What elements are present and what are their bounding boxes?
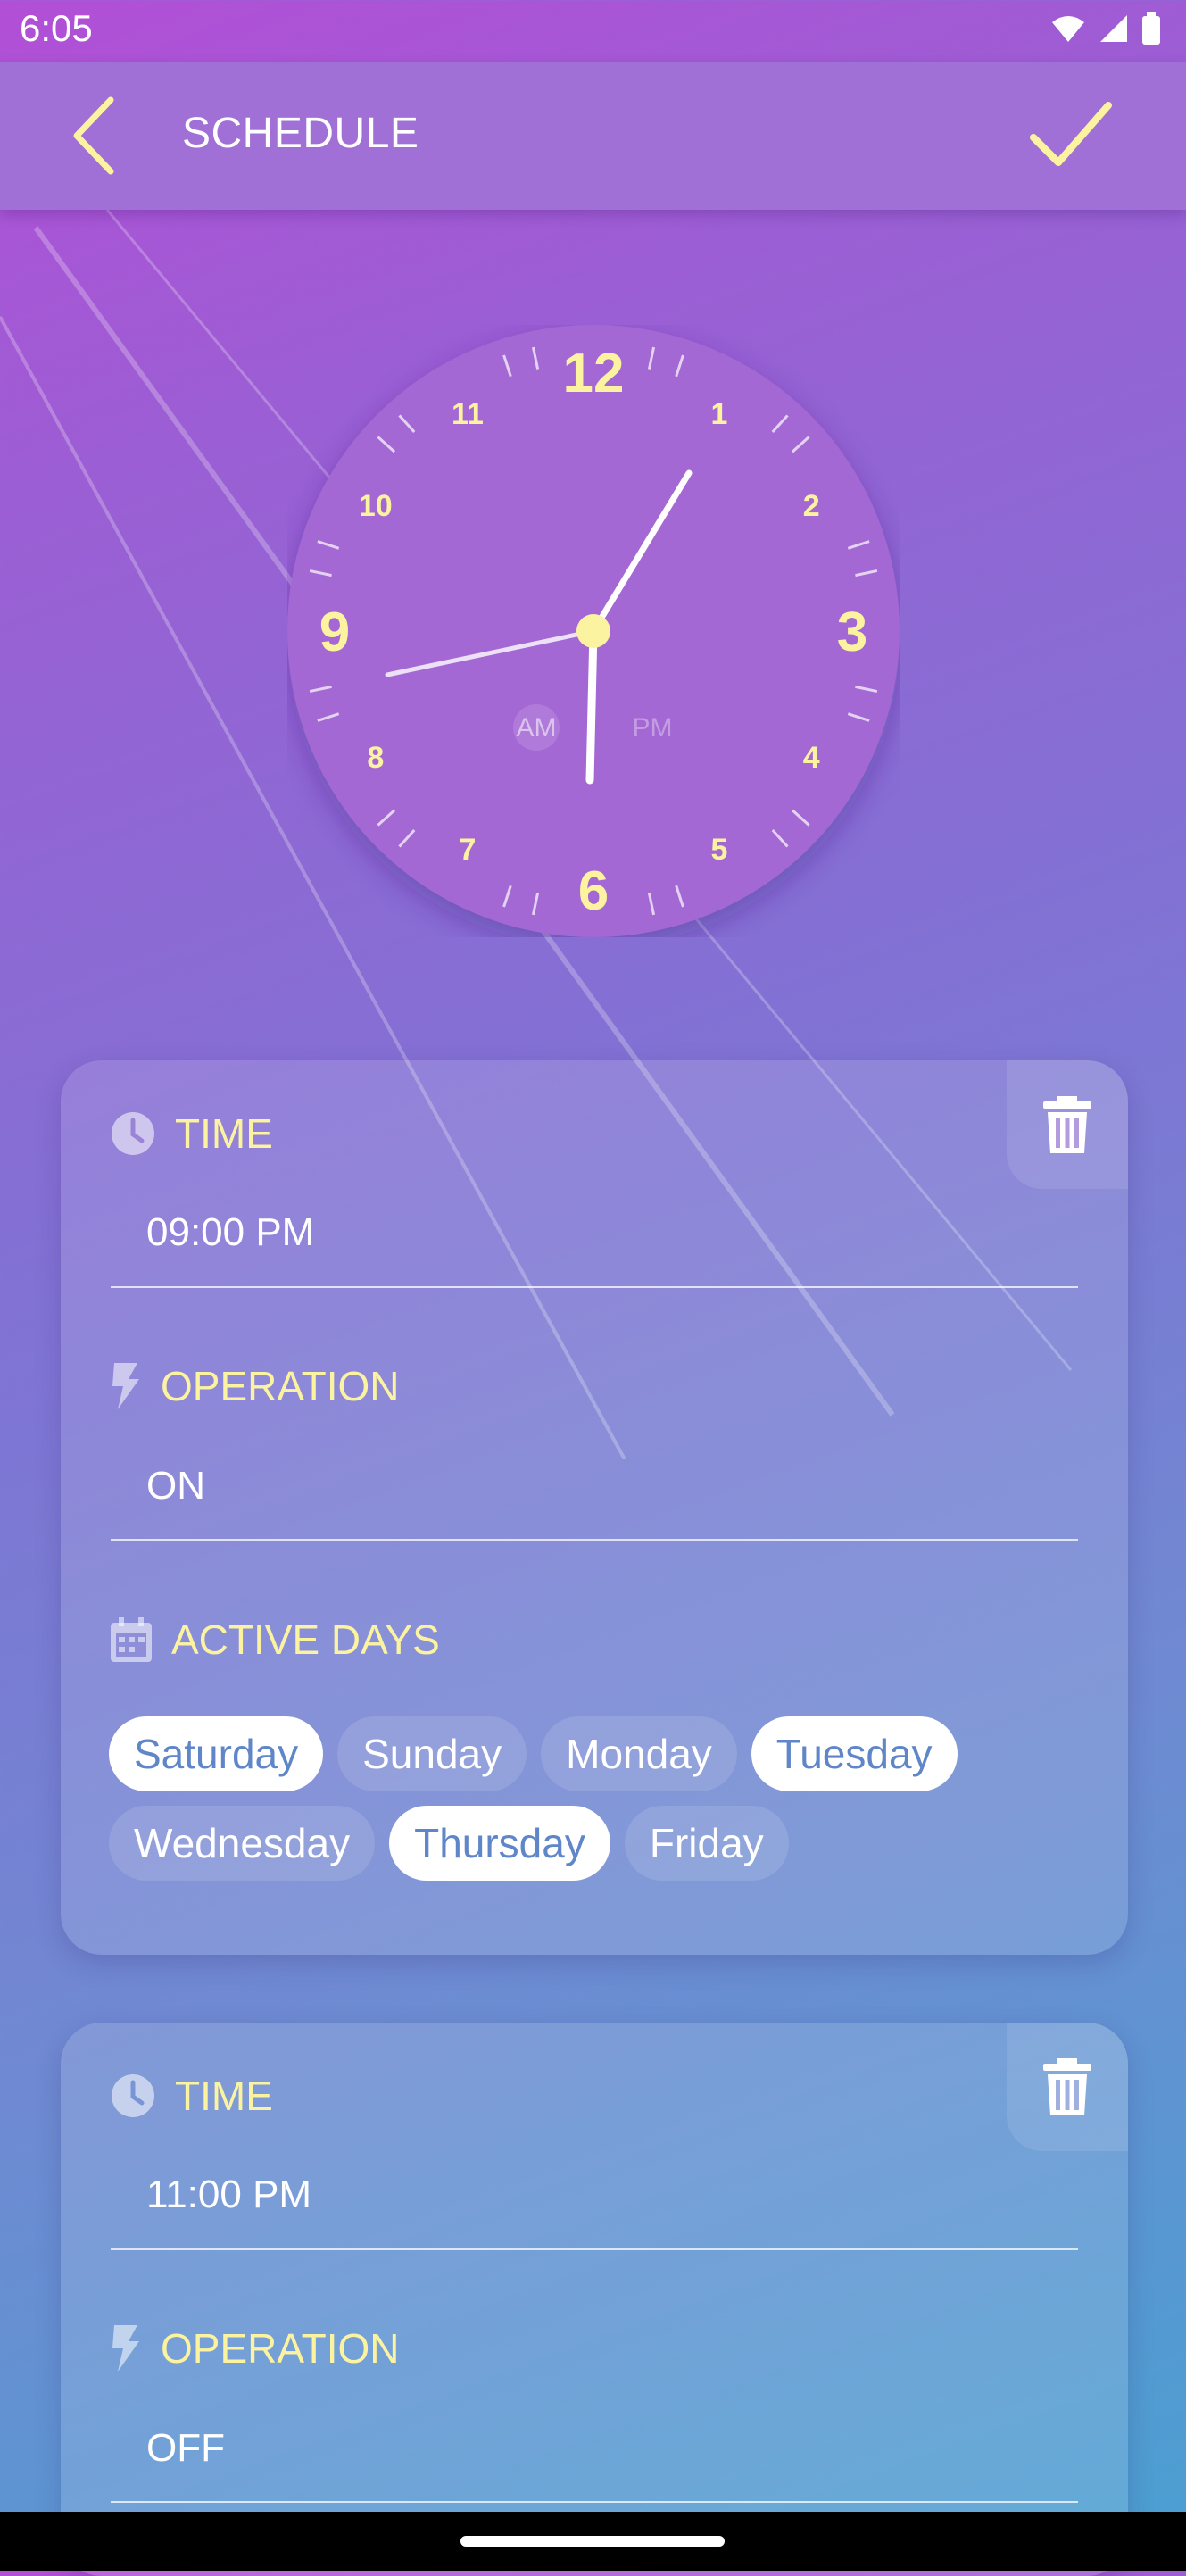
day-chip-sunday[interactable]: Sunday bbox=[337, 1716, 527, 1791]
operation-field-underline bbox=[111, 2501, 1078, 2503]
bolt-icon bbox=[112, 1363, 139, 1409]
day-chip-thursday[interactable]: Thursday bbox=[389, 1806, 610, 1881]
clock-number: 9 bbox=[319, 602, 350, 663]
operation-value[interactable]: OFF bbox=[146, 2426, 225, 2471]
operation-label: OPERATION bbox=[161, 2325, 400, 2372]
clock-number: 12 bbox=[563, 343, 625, 404]
day-chip-monday[interactable]: Monday bbox=[541, 1716, 737, 1791]
app-bar bbox=[0, 62, 1186, 210]
clock-number: 1 bbox=[711, 397, 728, 431]
schedule-card: TIME 09:00 PM OPERATION ON ACTIVE DAYS S… bbox=[61, 1060, 1128, 1955]
clock-number: 11 bbox=[452, 397, 484, 431]
time-field-underline bbox=[111, 2248, 1078, 2250]
active-days-label-row: ACTIVE DAYS bbox=[111, 1616, 440, 1664]
clock-icon bbox=[112, 2074, 154, 2117]
operation-field-label: OPERATION bbox=[111, 2324, 400, 2372]
calendar-icon bbox=[111, 1617, 152, 1662]
check-icon bbox=[1030, 102, 1112, 166]
clock-center-dot bbox=[576, 614, 610, 648]
operation-label: OPERATION bbox=[161, 1363, 400, 1409]
active-days-chips: Saturday Sunday Monday Tuesday Wednesday Thur… bbox=[109, 1716, 1091, 1881]
confirm-button[interactable] bbox=[1026, 96, 1116, 177]
home-indicator[interactable] bbox=[460, 2536, 725, 2547]
status-icons bbox=[1050, 12, 1161, 45]
time-value[interactable]: 11:00 PM bbox=[146, 2173, 311, 2217]
time-field-label: TIME bbox=[111, 1109, 273, 1158]
clock-icon bbox=[112, 1112, 154, 1155]
status-time: 6:05 bbox=[20, 7, 93, 49]
clock-number: 5 bbox=[711, 833, 728, 867]
chevron-left-icon bbox=[73, 96, 114, 175]
signal-icon bbox=[1100, 15, 1127, 42]
delete-schedule-button[interactable] bbox=[1007, 1060, 1128, 1189]
time-label: TIME bbox=[175, 2073, 273, 2119]
operation-value[interactable]: ON bbox=[146, 1464, 205, 1508]
pm-toggle[interactable]: PM bbox=[633, 713, 673, 743]
day-chip-tuesday[interactable]: Tuesday bbox=[751, 1716, 958, 1791]
day-chip-friday[interactable]: Friday bbox=[624, 1806, 789, 1881]
schedule-card: TIME 11:00 PM OPERATION OFF bbox=[61, 2023, 1128, 2576]
page-title: SCHEDULE bbox=[182, 110, 419, 157]
delete-schedule-button[interactable] bbox=[1007, 2023, 1128, 2151]
am-toggle[interactable]: AM bbox=[517, 713, 557, 743]
trash-icon bbox=[1043, 1096, 1091, 1153]
status-bar: 6:05 bbox=[0, 0, 1186, 62]
clock-number: 10 bbox=[359, 489, 393, 523]
back-button[interactable] bbox=[64, 91, 127, 180]
analog-clock[interactable]: 121234567891011 AM PM bbox=[287, 325, 900, 937]
active-days-label: ACTIVE DAYS bbox=[171, 1616, 440, 1663]
day-chip-wednesday[interactable]: Wednesday bbox=[109, 1806, 376, 1881]
clock-number: 7 bbox=[460, 833, 477, 867]
operation-field-underline bbox=[111, 1539, 1078, 1541]
clock-number: 4 bbox=[803, 741, 820, 775]
clock-number: 6 bbox=[578, 860, 609, 922]
battery-icon bbox=[1142, 12, 1160, 45]
wifi-icon bbox=[1052, 16, 1084, 42]
operation-field-label: OPERATION bbox=[111, 1362, 400, 1410]
second-hand bbox=[585, 627, 598, 785]
clock-number: 3 bbox=[837, 602, 867, 663]
day-chip-saturday[interactable]: Saturday bbox=[109, 1716, 324, 1791]
time-field-label: TIME bbox=[111, 2072, 273, 2120]
bolt-icon bbox=[112, 2325, 139, 2372]
time-label: TIME bbox=[175, 1110, 273, 1157]
clock-number: 2 bbox=[803, 489, 820, 523]
trash-icon bbox=[1043, 2058, 1091, 2115]
clock-number: 8 bbox=[367, 741, 384, 775]
time-value[interactable]: 09:00 PM bbox=[146, 1210, 314, 1255]
time-field-underline bbox=[111, 1286, 1078, 1288]
